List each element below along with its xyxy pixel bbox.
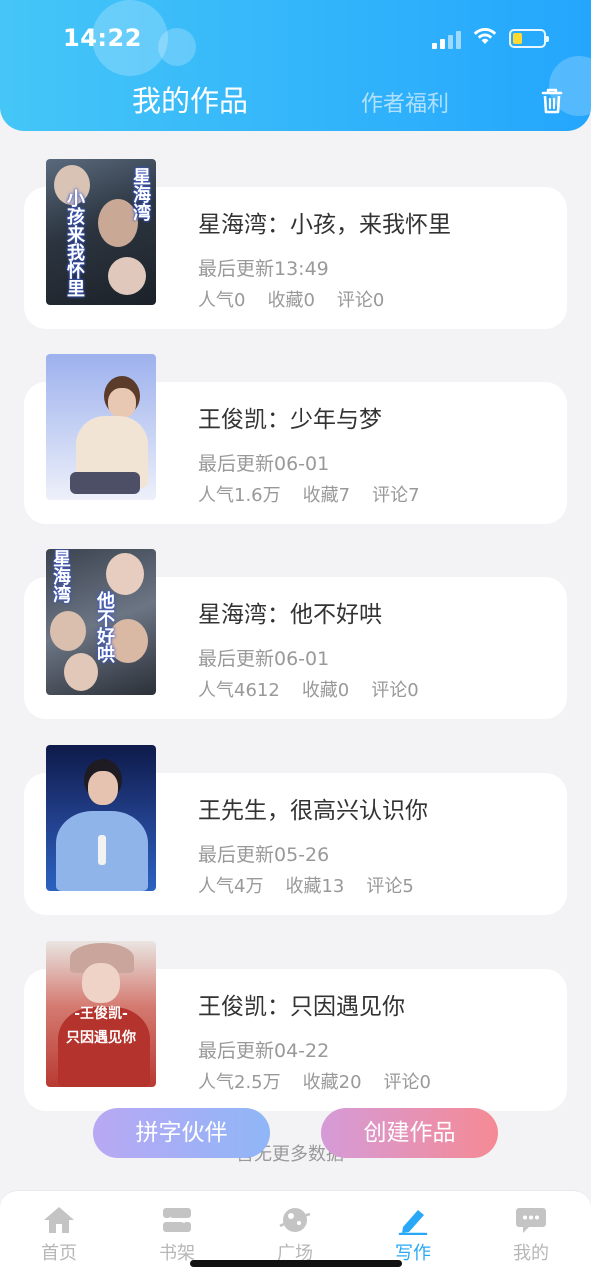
pen-icon: [398, 1210, 428, 1235]
work-updated: 最后更新13:49: [198, 258, 329, 280]
work-item[interactable]: -王俊凯- 只因遇见你 王俊凯：只因遇见你 最后更新04-22 人气2.5万 收藏…: [0, 941, 591, 1111]
work-item[interactable]: 王先生，很高兴认识你 最后更新05-26 人气4万 收藏13 评论5: [0, 745, 591, 915]
work-item[interactable]: 星海湾 小孩来我怀里 星海湾：小孩，来我怀里 最后更新13:49 人气0 收藏0 评…: [0, 159, 591, 329]
work-title: 星海湾：小孩，来我怀里: [198, 212, 451, 238]
status-time: 14:22: [63, 24, 142, 52]
work-title: 王俊凯：少年与梦: [198, 407, 382, 433]
work-title: 星海湾：他不好哄: [198, 602, 382, 628]
work-stats: 人气4万 收藏13 评论5: [198, 872, 436, 898]
work-cover-image[interactable]: 星海湾 他不好哄: [46, 549, 156, 695]
tab-mine[interactable]: 我的: [496, 1205, 566, 1265]
comments-count: 评论0: [336, 290, 385, 311]
work-stats: 人气4612 收藏0 评论0: [198, 676, 441, 702]
popularity-count: 人气1.6万: [198, 485, 281, 506]
decor-bubble: [158, 28, 196, 66]
work-stats: 人气0 收藏0 评论0: [198, 286, 406, 312]
cover-text: 他不好哄: [94, 591, 115, 663]
work-stats: 人气2.5万 收藏20 评论0: [198, 1068, 453, 1094]
work-updated: 最后更新06-01: [198, 648, 330, 670]
favorites-count: 收藏0: [301, 680, 350, 701]
tab-label: 首页: [41, 1243, 77, 1264]
work-title: 王俊凯：只因遇见你: [198, 994, 405, 1020]
wifi-icon: [473, 28, 497, 44]
tab-bookshelf[interactable]: 书架: [142, 1205, 212, 1265]
trash-icon[interactable]: [535, 84, 569, 118]
popularity-count: 人气4612: [198, 680, 280, 701]
comments-count: 评论7: [372, 485, 420, 506]
cover-text: -王俊凯-: [74, 1006, 128, 1022]
cellular-signal-icon: [432, 31, 462, 49]
work-cover-image[interactable]: -王俊凯- 只因遇见你: [46, 941, 156, 1087]
home-indicator: [190, 1260, 402, 1267]
work-cover-image[interactable]: [46, 354, 156, 500]
home-icon: [44, 1207, 74, 1233]
bookshelf-icon: [163, 1208, 191, 1232]
create-work-button[interactable]: 创建作品: [321, 1108, 498, 1158]
tab-square[interactable]: 广场: [260, 1205, 330, 1265]
header: 14:22 我的作品 作者福利: [0, 0, 591, 131]
comments-count: 评论0: [371, 680, 419, 701]
work-updated: 最后更新04-22: [198, 1040, 330, 1062]
tab-label: 我的: [513, 1243, 549, 1264]
favorites-count: 收藏7: [302, 485, 351, 506]
work-title: 王先生，很高兴认识你: [198, 798, 428, 824]
cover-text: 只因遇见你: [66, 1030, 136, 1046]
work-cover-image[interactable]: [46, 745, 156, 891]
favorites-count: 收藏20: [302, 1072, 362, 1093]
tab-my-works[interactable]: 我的作品: [132, 78, 248, 120]
work-stats: 人气1.6万 收藏7 评论7: [198, 481, 442, 507]
comments-count: 评论0: [383, 1072, 431, 1093]
favorites-count: 收藏0: [267, 290, 315, 311]
popularity-count: 人气4万: [198, 876, 264, 897]
bottom-tab-bar: 首页 书架 广场 写作 我的: [0, 1190, 591, 1281]
writing-partner-button[interactable]: 拼字伙伴: [93, 1108, 270, 1158]
work-item[interactable]: 星海湾 他不好哄 星海湾：他不好哄 最后更新06-01 人气4612 收藏0 评论0: [0, 549, 591, 719]
work-updated: 最后更新06-01: [198, 453, 330, 475]
comments-count: 评论5: [366, 876, 414, 897]
tab-write[interactable]: 写作: [378, 1205, 448, 1265]
chat-bubble-icon: [516, 1208, 546, 1233]
favorites-count: 收藏13: [285, 876, 345, 897]
cover-text: 星海湾: [50, 549, 71, 603]
popularity-count: 人气2.5万: [198, 1072, 281, 1093]
planet-icon: [279, 1208, 311, 1232]
work-item[interactable]: 王俊凯：少年与梦 最后更新06-01 人气1.6万 收藏7 评论7: [0, 354, 591, 524]
popularity-count: 人气0: [198, 290, 246, 311]
tab-author-benefits[interactable]: 作者福利: [361, 86, 449, 118]
cover-text: 小孩来我怀里: [64, 189, 85, 297]
tab-home[interactable]: 首页: [24, 1205, 94, 1265]
work-updated: 最后更新05-26: [198, 844, 330, 866]
battery-icon: [509, 29, 549, 48]
work-cover-image[interactable]: 星海湾 小孩来我怀里: [46, 159, 156, 305]
cover-text: 星海湾: [130, 167, 151, 221]
